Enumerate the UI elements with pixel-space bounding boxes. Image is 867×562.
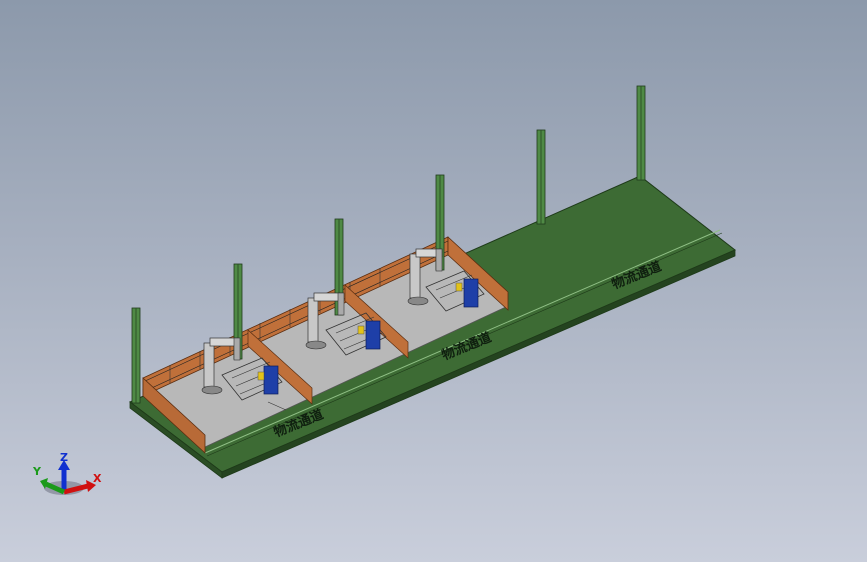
z-axis-label: Z bbox=[60, 451, 68, 464]
column-5 bbox=[536, 129, 546, 225]
y-axis-label: Y bbox=[32, 465, 42, 478]
x-axis-label: X bbox=[93, 472, 102, 485]
axis-triad[interactable]: Z X Y bbox=[32, 451, 102, 495]
cad-viewport[interactable]: 物流通道 物流通道 物流通道 Z X Y bbox=[0, 0, 867, 562]
column-1 bbox=[131, 307, 141, 404]
column-6 bbox=[636, 85, 646, 181]
